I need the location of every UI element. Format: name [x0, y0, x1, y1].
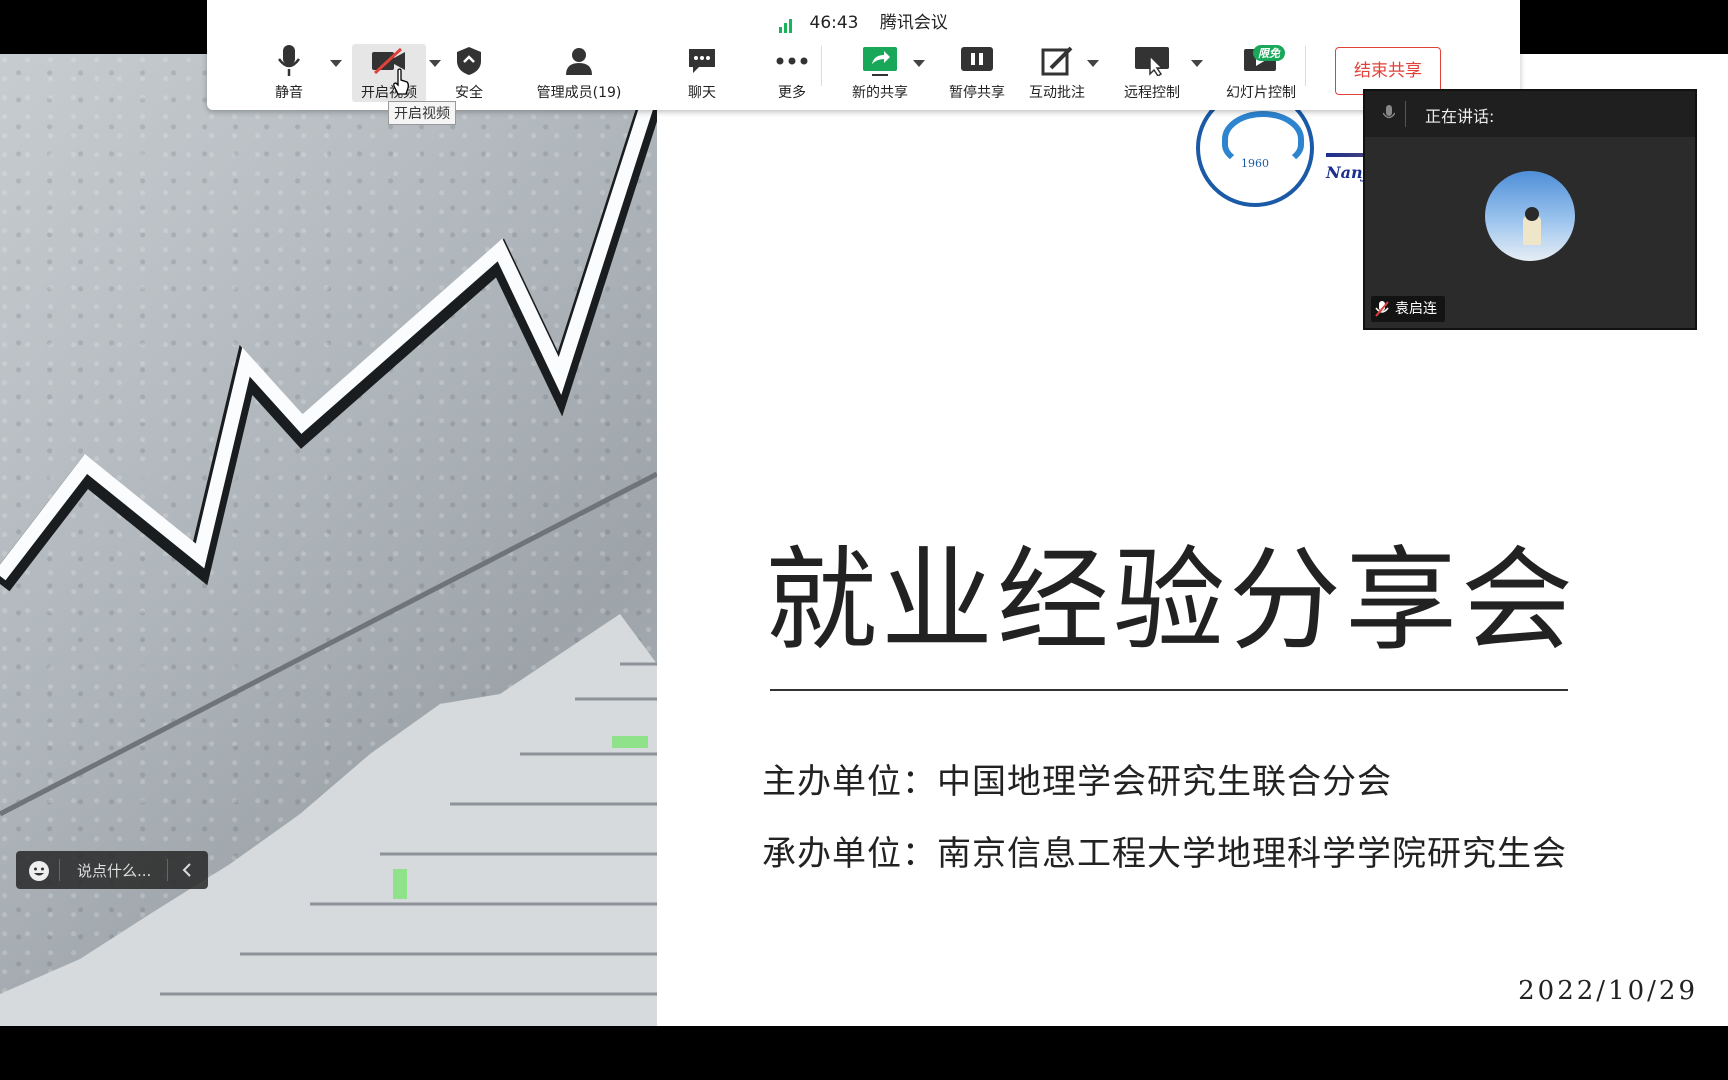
free-badge: 限免	[1253, 45, 1285, 61]
more-button[interactable]: 更多	[762, 44, 822, 104]
new-share-label: 新的共享	[852, 85, 908, 101]
remote-control-label: 远程控制	[1124, 85, 1180, 101]
mute-options-chevron-down-icon[interactable]	[330, 60, 342, 67]
signal-icon	[779, 13, 794, 33]
share-options-chevron-down-icon[interactable]	[913, 60, 925, 67]
remote-control-icon	[1135, 47, 1169, 76]
slide-control-label: 幻灯片控制	[1226, 85, 1296, 101]
mute-button[interactable]: 静音	[259, 44, 319, 104]
toolbar-separator-2	[1305, 46, 1306, 86]
security-button[interactable]: 安全	[439, 44, 499, 104]
chevron-left-icon[interactable]	[182, 862, 192, 878]
more-dots-icon	[776, 57, 808, 65]
shield-icon	[457, 47, 481, 75]
speaker-name: 袁启连	[1395, 301, 1437, 317]
annotate-label: 互动批注	[1029, 85, 1085, 101]
speaking-label: 正在讲话:	[1425, 107, 1495, 126]
slide-title: 就业经验分享会	[765, 536, 1577, 666]
annotate-button[interactable]: 互动批注	[1017, 44, 1097, 104]
pause-icon	[961, 47, 993, 71]
avatar	[1485, 171, 1575, 261]
more-label: 更多	[778, 85, 806, 101]
chat-quick-input[interactable]: 说点什么...	[16, 851, 208, 889]
speaker-panel[interactable]: 正在讲话: 袁启连	[1363, 89, 1697, 330]
tooltip: 开启视频	[388, 101, 456, 125]
emoji-icon[interactable]	[28, 860, 50, 882]
start-video-label: 开启视频	[361, 85, 417, 101]
user-icon	[566, 48, 592, 75]
participants-button[interactable]: 管理成员(19)	[529, 44, 629, 104]
chat-bubble-icon	[689, 49, 715, 73]
toolbar-separator	[821, 46, 822, 86]
start-video-button[interactable]: 开启视频	[352, 44, 426, 104]
pause-share-button[interactable]: 暂停共享	[937, 44, 1017, 104]
participants-label: 管理成员(19)	[536, 85, 622, 101]
speaker-name-tag: 袁启连	[1371, 296, 1445, 322]
app-name: 腾讯会议	[879, 13, 948, 33]
annotate-options-chevron-down-icon[interactable]	[1087, 60, 1099, 67]
mute-label: 静音	[275, 85, 303, 101]
security-label: 安全	[455, 85, 483, 101]
screen-share-icon	[863, 47, 897, 76]
host-line: 主办单位：中国地理学会研究生联合分会	[762, 762, 1392, 802]
logo-year: 1960	[1241, 157, 1269, 170]
remote-control-button[interactable]: 远程控制	[1112, 44, 1192, 104]
chat-label: 聊天	[688, 85, 716, 101]
title-divider	[770, 689, 1568, 691]
speaker-header: 正在讲话:	[1365, 91, 1695, 137]
meeting-status: 46:43 腾讯会议	[207, 8, 1520, 33]
microphone-icon	[278, 45, 300, 76]
annotate-pen-icon	[1041, 46, 1073, 76]
pause-share-label: 暂停共享	[949, 85, 1005, 101]
organizer-line: 承办单位：南京信息工程大学地理科学学院研究生会	[762, 834, 1567, 874]
new-share-button[interactable]: 新的共享	[840, 44, 920, 104]
mic-small-icon	[1383, 105, 1395, 119]
slide-date: 2022/10/29	[1518, 976, 1698, 1006]
end-share-button[interactable]: 结束共享	[1335, 47, 1441, 95]
meeting-timer: 46:43	[809, 13, 859, 33]
remote-options-chevron-down-icon[interactable]	[1191, 60, 1203, 67]
chat-placeholder[interactable]: 说点什么...	[77, 860, 151, 881]
chat-button[interactable]: 聊天	[672, 44, 732, 104]
hand-cursor-icon	[393, 68, 409, 95]
mic-muted-icon	[1375, 301, 1389, 317]
